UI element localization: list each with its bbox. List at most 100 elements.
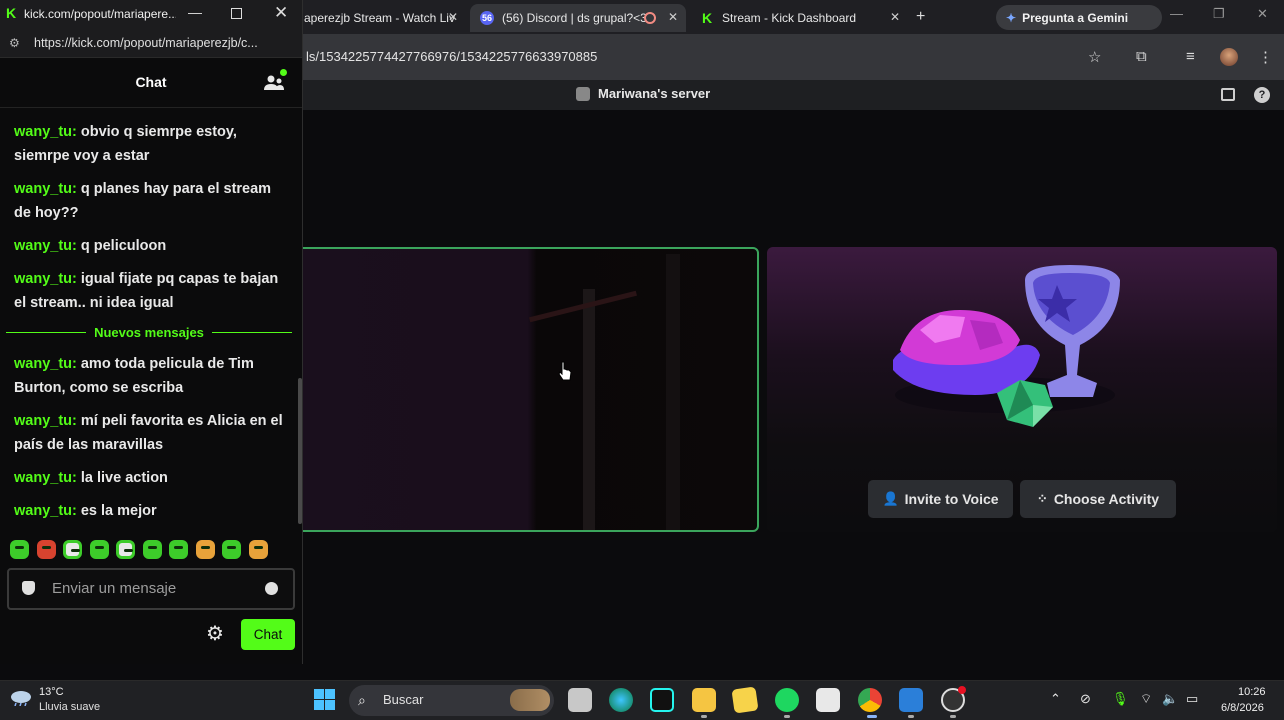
popout-maximize-button[interactable] — [231, 8, 242, 19]
file-explorer-icon[interactable] — [692, 688, 716, 712]
site-settings-icon[interactable]: ⚙ — [9, 36, 20, 50]
search-highlight-image — [510, 689, 550, 711]
close-icon[interactable]: ✕ — [448, 10, 458, 24]
activity-grid-icon: ⁘ — [1036, 491, 1048, 506]
chat-message: wany_tu: la live action — [14, 466, 292, 490]
divider-line — [6, 331, 87, 333]
rain-cloud-icon[interactable] — [9, 688, 33, 706]
close-icon[interactable]: ✕ — [668, 10, 678, 24]
chat-scrollbar[interactable] — [298, 378, 302, 524]
close-icon[interactable]: ✕ — [890, 10, 900, 24]
emote-button[interactable] — [10, 540, 29, 559]
task-view-icon[interactable] — [568, 688, 592, 712]
popout-url[interactable]: https://kick.com/popout/mariaperezjb/c..… — [34, 36, 296, 50]
media-control-icon[interactable]: ≡ — [1186, 48, 1195, 65]
emote-button[interactable] — [63, 540, 82, 559]
tab-discord[interactable]: 56 (56) Discord | ds grupal?<3 ✕ — [470, 4, 686, 32]
emoji-icon[interactable] — [265, 582, 278, 595]
invite-to-voice-button[interactable]: 👤 Invite to Voice — [868, 480, 1013, 518]
clock-date[interactable]: 6/8/2026 — [1221, 702, 1264, 714]
start-tile — [325, 689, 335, 699]
hand-cursor-icon — [558, 361, 572, 381]
new-tab-button[interactable]: + — [916, 8, 925, 26]
emote-button[interactable] — [89, 540, 109, 559]
gemini-button[interactable]: ✦ Pregunta a Gemini — [996, 5, 1162, 30]
gear-icon[interactable]: ⚙ — [206, 624, 224, 644]
popout-close-button[interactable]: ✕ — [274, 3, 288, 23]
emote-button[interactable] — [116, 540, 135, 559]
maximize-button[interactable]: ❐ — [1213, 6, 1225, 22]
divider-line — [211, 331, 292, 333]
address-bar[interactable]: ls/1534225774427766976/15342257766339708… — [306, 49, 597, 64]
video-tile[interactable] — [296, 247, 759, 532]
wifi-icon[interactable]: ⌔ — [1140, 691, 1152, 707]
choose-activity-button[interactable]: ⁘ Choose Activity — [1020, 480, 1176, 518]
users-icon[interactable] — [264, 74, 284, 92]
emote-button[interactable] — [169, 540, 188, 559]
chat-username[interactable]: wany_tu: — [14, 503, 77, 519]
chat-text: es la mejor — [76, 503, 157, 519]
chat-title: Chat — [135, 74, 167, 90]
windows-taskbar — [0, 680, 1284, 720]
chat-username[interactable]: wany_tu: — [14, 356, 77, 372]
kick-icon: K — [701, 10, 713, 26]
chat-send-button[interactable]: Chat — [241, 619, 295, 650]
tab-title: Stream - Kick Dashboard — [722, 11, 857, 25]
gemini-sparkle-icon: ✦ — [1006, 10, 1017, 25]
start-tile — [314, 700, 324, 710]
clock-time[interactable]: 10:26 — [1238, 686, 1266, 698]
extensions-icon[interactable]: ⧉ — [1136, 48, 1147, 65]
tiktok-icon[interactable] — [650, 688, 674, 712]
quick-emote-bar — [10, 540, 275, 560]
chat-text: q peliculoon — [76, 238, 167, 254]
add-person-icon: 👤 — [882, 491, 899, 506]
new-messages-divider: Nuevos mensajes — [6, 322, 292, 342]
scene-pole — [666, 254, 680, 530]
tab-kick-dashboard[interactable]: K Stream - Kick Dashboard ✕ — [690, 4, 908, 32]
help-icon[interactable]: ? — [1254, 87, 1270, 103]
chat-messages: wany_tu: obvio q siemrpe estoy, siemrpe … — [14, 120, 292, 324]
windows-start-icon[interactable] — [314, 689, 335, 710]
microsoft-store-icon[interactable] — [816, 688, 840, 712]
chevron-up-icon[interactable]: ⌃ — [1050, 691, 1061, 707]
close-window-button[interactable]: ✕ — [1257, 6, 1268, 22]
server-name: Mariwana's server — [598, 86, 711, 101]
battery-icon[interactable]: ▭ — [1186, 691, 1198, 707]
chat-message: wany_tu: obvio q siemrpe estoy, siemrpe … — [14, 120, 292, 168]
scene-pole — [583, 289, 595, 530]
volume-icon[interactable]: 🔈 — [1162, 691, 1178, 707]
chat-message: wany_tu: q planes hay para el stream de … — [14, 177, 292, 225]
search-icon: ⌕ — [358, 692, 366, 708]
gemini-label: Pregunta a Gemini — [1022, 10, 1129, 25]
chat-username[interactable]: wany_tu: — [14, 413, 77, 429]
minimize-button[interactable]: — — [1170, 6, 1183, 21]
weather-condition: Lluvia suave — [39, 701, 101, 713]
popout-minimize-button[interactable]: — — [188, 4, 202, 20]
emote-button[interactable] — [36, 540, 56, 559]
chat-username[interactable]: wany_tu: — [14, 124, 77, 140]
photos-icon[interactable] — [899, 688, 923, 712]
chat-username[interactable]: wany_tu: — [14, 238, 77, 254]
emote-button[interactable] — [222, 540, 241, 559]
emote-button[interactable] — [142, 540, 162, 559]
location-off-icon[interactable]: ⊘ — [1080, 691, 1091, 707]
sticky-notes-icon[interactable] — [731, 686, 759, 714]
microphone-icon[interactable]: 🎙 — [1112, 691, 1129, 707]
edge-icon[interactable] — [609, 688, 633, 712]
weather-temperature: 13°C — [39, 686, 64, 698]
inbox-icon[interactable] — [1221, 88, 1235, 101]
popout-window-title: kick.com/popout/mariapere... — [24, 7, 176, 21]
profile-avatar[interactable] — [1220, 48, 1238, 66]
chat-username[interactable]: wany_tu: — [14, 470, 77, 486]
chat-username[interactable]: wany_tu: — [14, 181, 77, 197]
menu-kebab-icon[interactable]: ⋮ — [1258, 48, 1273, 66]
emote-button[interactable] — [248, 540, 268, 559]
chat-username[interactable]: wany_tu: — [14, 271, 77, 287]
spotify-icon[interactable] — [775, 688, 799, 712]
tab-title: aperezjb Stream - Watch Liv — [304, 11, 455, 25]
chrome-icon[interactable] — [858, 688, 882, 712]
bookmark-star-icon[interactable]: ☆ — [1088, 48, 1101, 66]
tab-kick-stream[interactable]: aperezjb Stream - Watch Liv ✕ — [300, 4, 466, 32]
running-indicator — [950, 715, 956, 718]
emote-button[interactable] — [195, 540, 215, 559]
